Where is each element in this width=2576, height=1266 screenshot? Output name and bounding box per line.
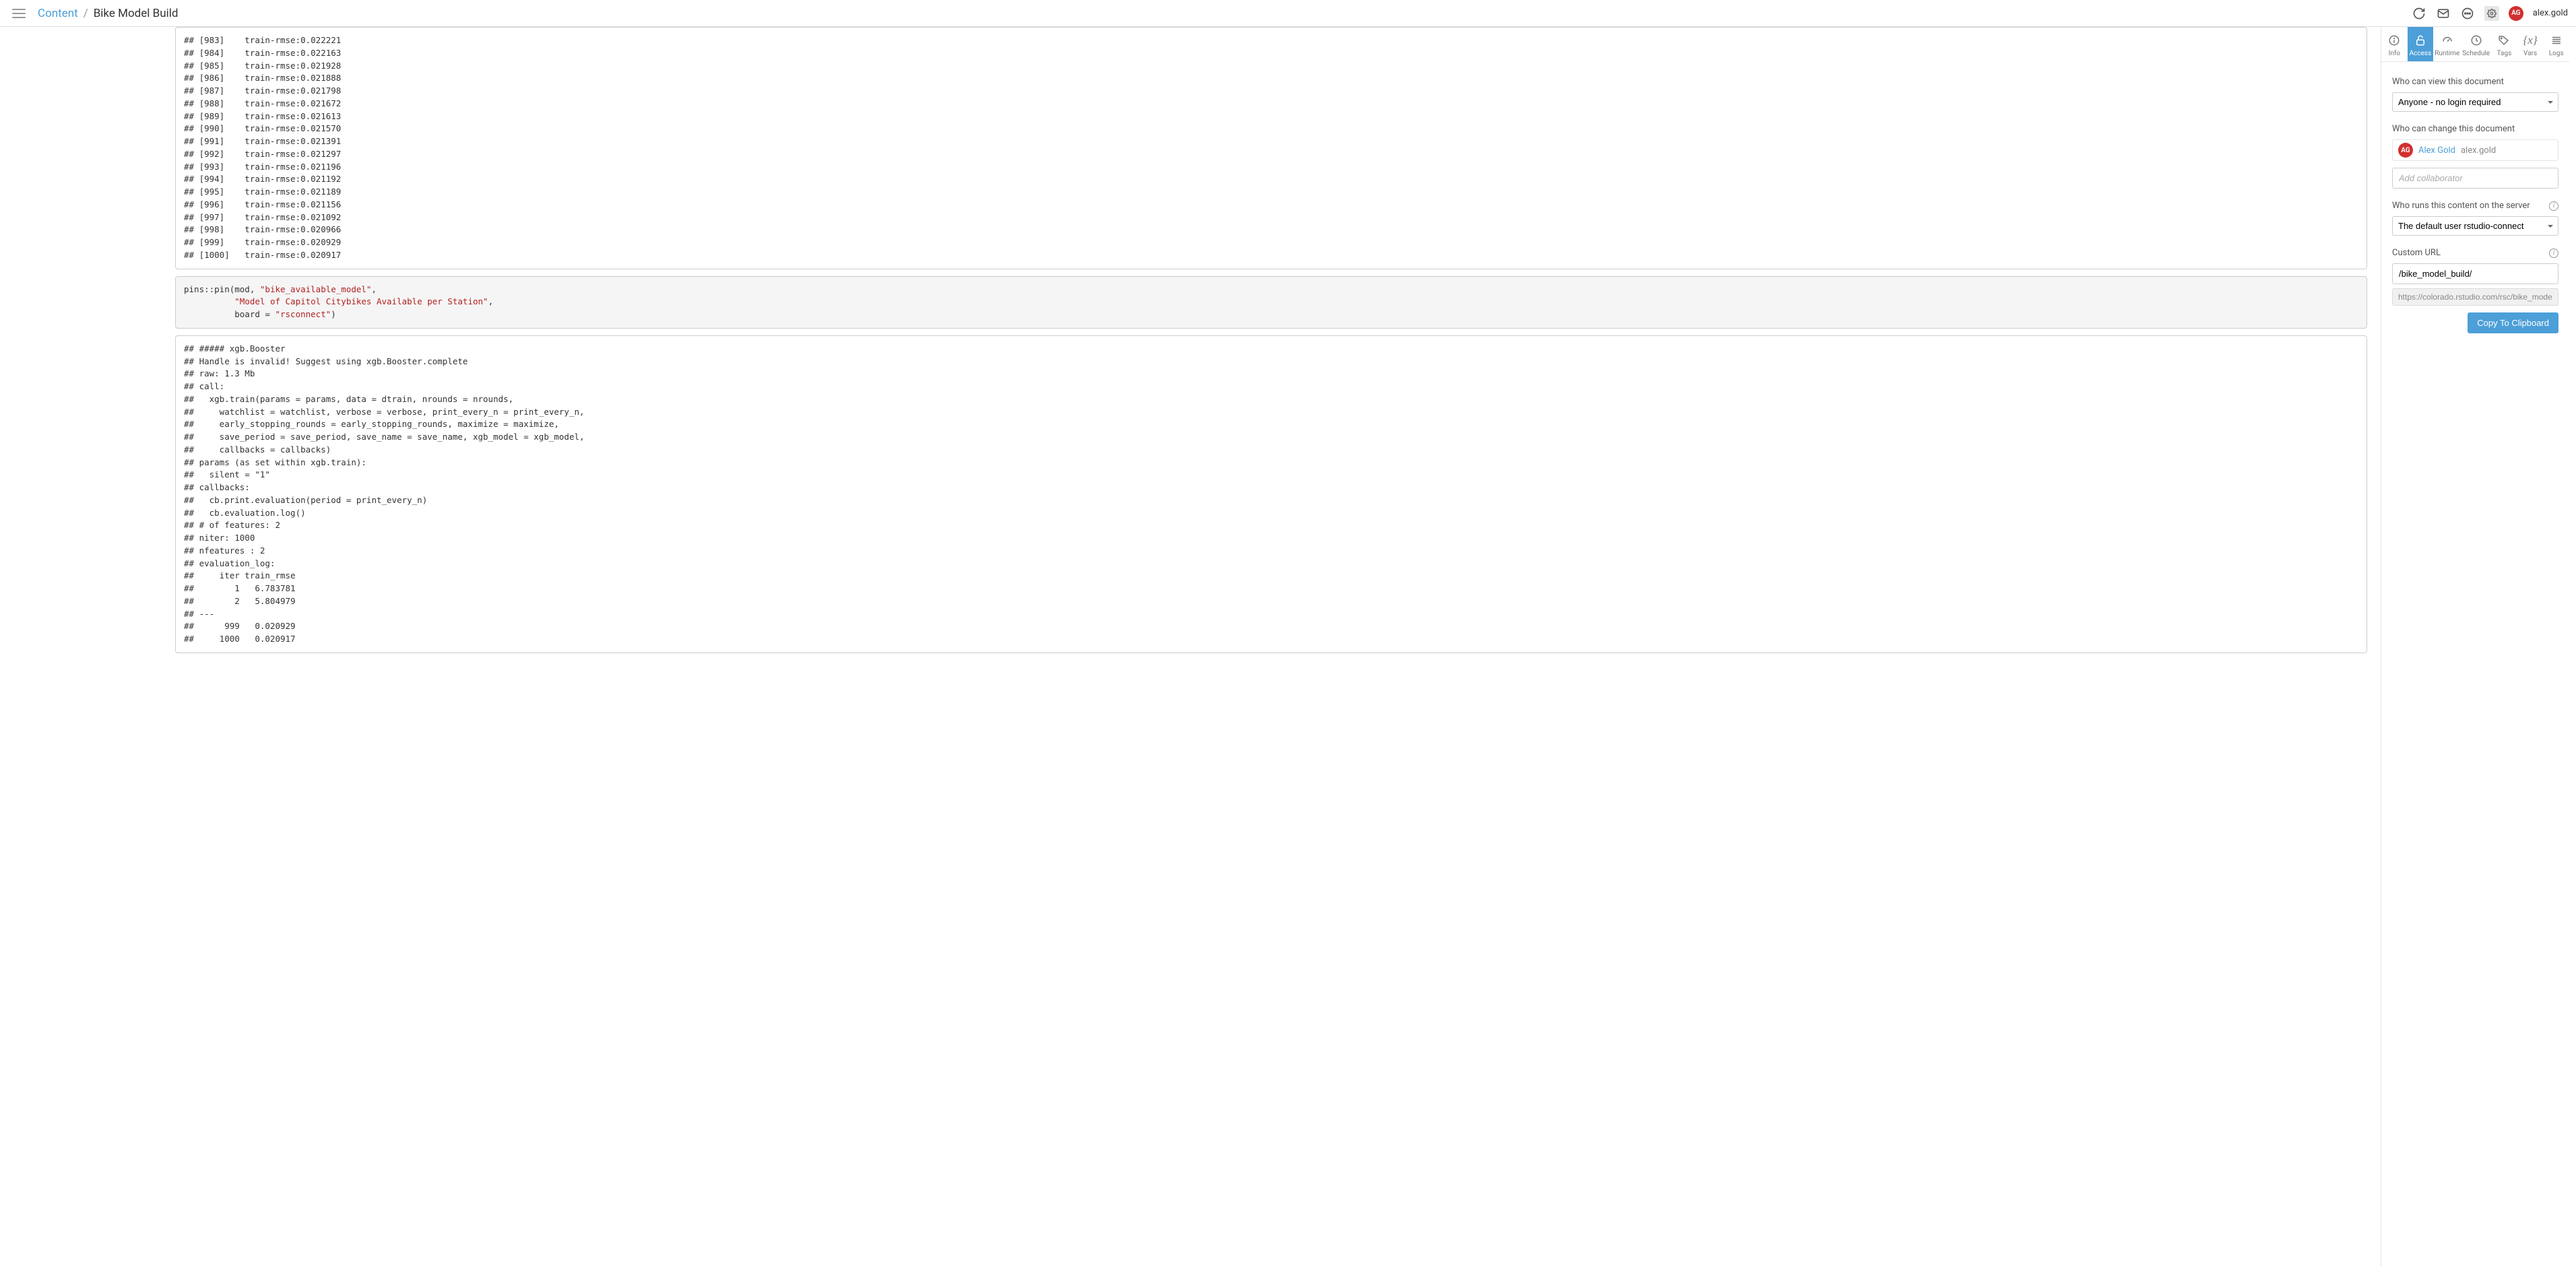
runas-select[interactable]: The default user rstudio-connect — [2392, 216, 2558, 236]
custom-url-input[interactable] — [2392, 263, 2558, 284]
full-url-display — [2392, 288, 2558, 306]
tab-access[interactable]: Access — [2408, 27, 2434, 61]
help-icon[interactable]: i — [2549, 201, 2558, 211]
unlock-icon — [2414, 34, 2427, 47]
clock-icon — [2470, 34, 2483, 47]
access-panel-body: Who can view this document Anyone - no l… — [2381, 62, 2569, 344]
breadcrumb-root[interactable]: Content — [38, 7, 78, 20]
tab-logs[interactable]: Logs — [2543, 27, 2569, 61]
runas-label: Who runs this content on the server i — [2392, 201, 2558, 211]
view-access-label: Who can view this document — [2392, 77, 2558, 87]
help-icon[interactable]: i — [2549, 248, 2558, 258]
custom-url-label: Custom URL i — [2392, 248, 2558, 258]
main-area: ## [983] train-rmse:0.022221 ## [984] tr… — [0, 27, 2576, 1266]
settings-panel: Info Access Runtime Schedule Tags {x} Va… — [2381, 27, 2569, 1266]
menu-icon[interactable] — [12, 9, 26, 18]
code-block-pin: pins::pin(mod, "bike_available_model", "… — [175, 276, 2367, 329]
info-icon — [2387, 34, 2401, 47]
page-title: Bike Model Build — [94, 7, 179, 20]
tab-vars[interactable]: {x} Vars — [2517, 27, 2544, 61]
tab-schedule[interactable]: Schedule — [2461, 27, 2491, 61]
output-block-1: ## [983] train-rmse:0.022221 ## [984] tr… — [175, 27, 2367, 269]
vars-icon: {x} — [2523, 34, 2537, 47]
settings-tabs: Info Access Runtime Schedule Tags {x} Va… — [2381, 27, 2569, 62]
tab-tags[interactable]: Tags — [2491, 27, 2517, 61]
add-collaborator-input[interactable] — [2392, 168, 2558, 189]
output-block-2: ## ##### xgb.Booster ## Handle is invali… — [175, 335, 2367, 653]
owner-avatar: AG — [2398, 143, 2413, 158]
topbar: Content / Bike Model Build AG alex.gold — [0, 0, 2576, 27]
tag-icon — [2497, 34, 2511, 47]
breadcrumb-sep: / — [84, 7, 88, 20]
gauge-icon — [2441, 34, 2454, 47]
breadcrumb: Content / Bike Model Build — [38, 7, 178, 20]
owner-chip[interactable]: AG Alex Gold alex.gold — [2392, 139, 2558, 161]
document-content: ## [983] train-rmse:0.022221 ## [984] tr… — [0, 27, 2381, 1266]
owner-name-link[interactable]: Alex Gold — [2418, 145, 2455, 156]
owner-username: alex.gold — [2461, 145, 2496, 156]
view-access-select[interactable]: Anyone - no login required — [2392, 92, 2558, 112]
username-label: alex.gold — [2533, 8, 2568, 18]
more-icon[interactable] — [2460, 6, 2475, 21]
avatar[interactable]: AG — [2509, 6, 2523, 21]
tab-runtime[interactable]: Runtime — [2433, 27, 2461, 61]
change-access-label: Who can change this document — [2392, 124, 2558, 134]
settings-icon[interactable] — [2484, 6, 2499, 21]
mail-icon[interactable] — [2436, 6, 2451, 21]
tab-info[interactable]: Info — [2381, 27, 2408, 61]
refresh-icon[interactable] — [2412, 6, 2426, 21]
logs-icon — [2550, 34, 2563, 47]
copy-clipboard-button[interactable]: Copy To Clipboard — [2468, 312, 2558, 333]
topbar-actions: AG alex.gold — [2412, 6, 2568, 21]
